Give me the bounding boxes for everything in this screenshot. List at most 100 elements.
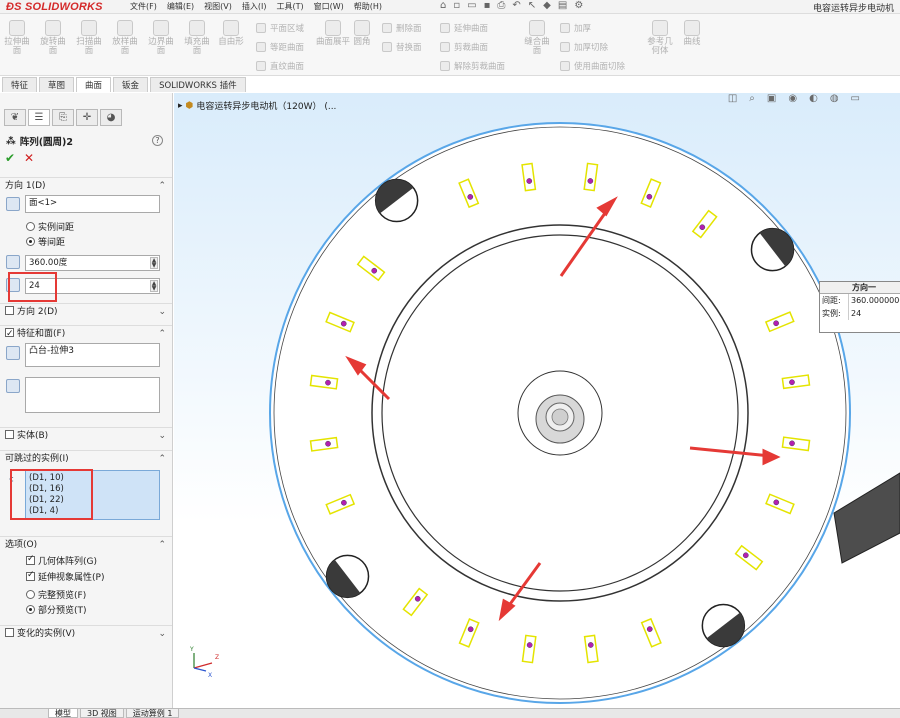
extend-surface-button[interactable]: 延伸曲面 bbox=[440, 22, 488, 34]
bodies-checkbox[interactable] bbox=[5, 430, 14, 439]
cut-with-surface-button[interactable]: 使用曲面切除 bbox=[560, 60, 625, 72]
triad-x-label: X bbox=[208, 672, 212, 679]
cancel-button[interactable]: ✕ bbox=[24, 151, 34, 165]
delete-face-button[interactable]: 删除面 bbox=[382, 22, 422, 34]
fillet-button[interactable]: 圆角 bbox=[350, 20, 374, 47]
features-list[interactable]: 凸台-拉伸3 bbox=[25, 343, 160, 367]
replace-face-button[interactable]: 替换面 bbox=[382, 41, 422, 53]
list-item[interactable]: 凸台-拉伸3 bbox=[29, 346, 74, 356]
help-icon[interactable]: ? bbox=[152, 135, 163, 146]
revolved-surface-icon bbox=[45, 20, 61, 36]
features-faces-group-header[interactable]: 特征和面(F)⌃ bbox=[0, 325, 172, 342]
lofted-surface-button[interactable]: 放样曲面 bbox=[112, 20, 138, 56]
offset-surface-icon bbox=[256, 42, 266, 52]
full-preview-radio[interactable]: 完整预览(F) bbox=[26, 588, 86, 601]
undo-icon[interactable]: ↶ bbox=[512, 0, 520, 11]
curves-button[interactable]: 曲线 bbox=[680, 20, 704, 47]
radio-indicator bbox=[26, 222, 35, 231]
tab-3d-views[interactable]: 3D 视图 bbox=[80, 709, 124, 718]
freeform-icon bbox=[223, 20, 239, 36]
thickened-cut-button[interactable]: 加厚切除 bbox=[560, 41, 608, 53]
property-manager-tab-icon[interactable]: ☰ bbox=[28, 109, 50, 126]
geometry-pattern-checkbox[interactable]: 几何体阵列(G) bbox=[26, 554, 97, 567]
direction-callout: 方向一 间距: 360.00000000度 实例: 24 bbox=[819, 281, 900, 333]
menu-file[interactable]: 文件(F) bbox=[130, 1, 157, 12]
tab-sketch[interactable]: 草图 bbox=[39, 77, 75, 92]
freeform-button[interactable]: 自由形 bbox=[218, 20, 244, 47]
select-icon[interactable]: ↖ bbox=[528, 0, 536, 11]
swept-surface-icon bbox=[81, 20, 97, 36]
extruded-surface-button[interactable]: 拉伸曲面 bbox=[4, 20, 30, 56]
feature-tree-tab-icon[interactable]: ❦ bbox=[4, 109, 26, 126]
checkbox-indicator bbox=[26, 570, 35, 581]
surface-flatten-button[interactable]: 曲面展平 bbox=[316, 20, 350, 47]
tab-addins[interactable]: SOLIDWORKS 插件 bbox=[150, 77, 246, 92]
print-icon[interactable]: ⎙ bbox=[497, 0, 505, 11]
thicken-button[interactable]: 加厚 bbox=[560, 22, 591, 34]
tab-motion-study[interactable]: 运动算例 1 bbox=[125, 709, 180, 718]
equal-spacing-radio[interactable]: 等间距 bbox=[26, 235, 65, 248]
options-group-header[interactable]: 选项(O) ⌃ bbox=[0, 536, 172, 552]
tab-surfaces[interactable]: 曲面 bbox=[76, 77, 112, 92]
direction2-checkbox[interactable] bbox=[5, 306, 14, 315]
propagate-visual-checkbox[interactable]: 延伸视象属性(P) bbox=[26, 570, 104, 583]
ok-button[interactable]: ✔ bbox=[5, 151, 15, 165]
document-title: 电容运转异步电动机 bbox=[812, 4, 894, 14]
bodies-group-header[interactable]: 实体(B) ⌄ bbox=[0, 427, 172, 443]
options-gear-icon[interactable]: ⚙ bbox=[574, 0, 583, 11]
skip-instances-group-header[interactable]: 可跳过的实例(I) ⌃ bbox=[0, 450, 172, 466]
menu-insert[interactable]: 插入(I) bbox=[242, 1, 267, 12]
direction1-group-header[interactable]: 方向 1(D) ⌃ bbox=[0, 177, 172, 193]
tab-sheet-metal[interactable]: 钣金 bbox=[113, 77, 149, 92]
planar-surface-button[interactable]: 平面区域 bbox=[256, 22, 304, 34]
graphics-area[interactable]: ▸ ⬢ 电容运转异步电动机（120W） (... ◫ ⌕ ▣ ◉ ◐ ◍ ▭ Y… bbox=[174, 93, 900, 708]
replace-face-icon bbox=[382, 42, 392, 52]
file-props-icon[interactable]: ▤ bbox=[558, 0, 567, 11]
pattern-axis-field[interactable]: 面<1> bbox=[25, 195, 160, 213]
variable-instances-checkbox[interactable] bbox=[5, 628, 14, 637]
new-doc-icon[interactable]: ▫ bbox=[453, 0, 460, 11]
tab-features[interactable]: 特征 bbox=[2, 77, 38, 92]
menu-edit[interactable]: 编辑(E) bbox=[167, 1, 194, 12]
partial-preview-radio[interactable]: 部分预览(T) bbox=[26, 603, 87, 616]
menu-view[interactable]: 视图(V) bbox=[204, 1, 232, 12]
filled-surface-button[interactable]: 填充曲面 bbox=[184, 20, 210, 56]
configuration-manager-tab-icon[interactable]: ⎘ bbox=[52, 109, 74, 126]
menu-tools[interactable]: 工具(T) bbox=[276, 1, 303, 12]
callout-title: 方向一 bbox=[820, 282, 900, 294]
features-faces-checkbox[interactable] bbox=[5, 326, 14, 342]
tab-model[interactable]: 模型 bbox=[48, 709, 78, 718]
swept-surface-button[interactable]: 扫描曲面 bbox=[76, 20, 102, 56]
faces-list[interactable] bbox=[25, 377, 160, 413]
angle-stepper[interactable]: ▲ ▼ bbox=[150, 257, 158, 269]
trim-surface-button[interactable]: 剪裁曲面 bbox=[440, 41, 488, 53]
solidworks-logo[interactable]: ĐS SOLIDWORKS bbox=[6, 1, 103, 13]
rebuild-icon[interactable]: ◆ bbox=[543, 0, 551, 11]
display-manager-tab-icon[interactable]: ◕ bbox=[100, 109, 122, 126]
dimxpert-tab-icon[interactable]: ✛ bbox=[76, 109, 98, 126]
callout-spacing-value[interactable]: 360.00000000度 bbox=[848, 294, 900, 307]
expand-chevron-icon: ⌄ bbox=[158, 629, 166, 639]
untrim-surface-button[interactable]: 解除剪裁曲面 bbox=[440, 60, 505, 72]
collapse-chevron-icon: ⌃ bbox=[158, 329, 166, 339]
angle-field[interactable]: 360.00度 ▲ ▼ bbox=[25, 255, 160, 271]
home-icon[interactable]: ⌂ bbox=[440, 0, 446, 11]
side-bracket bbox=[833, 472, 900, 564]
offset-surface-button[interactable]: 等距曲面 bbox=[256, 41, 304, 53]
ruled-surface-button[interactable]: 直纹曲面 bbox=[256, 60, 304, 72]
boundary-surface-button[interactable]: 边界曲面 bbox=[148, 20, 174, 56]
instance-spacing-radio[interactable]: 实例间距 bbox=[26, 220, 74, 233]
menu-window[interactable]: 窗口(W) bbox=[314, 1, 344, 12]
radio-indicator bbox=[26, 590, 35, 599]
direction2-group-header[interactable]: 方向 2(D) ⌄ bbox=[0, 303, 172, 319]
title-bar: ĐS SOLIDWORKS 文件(F) 编辑(E) 视图(V) 插入(I) 工具… bbox=[0, 0, 900, 14]
reference-geometry-button[interactable]: 参考几何体 bbox=[645, 20, 675, 56]
menu-help[interactable]: 帮助(H) bbox=[354, 1, 382, 12]
count-stepper[interactable]: ▲ ▼ bbox=[150, 280, 158, 292]
callout-count-value[interactable]: 24 bbox=[848, 307, 900, 320]
open-icon[interactable]: ▭ bbox=[467, 0, 476, 11]
variable-instances-group-header[interactable]: 变化的实例(V) ⌄ bbox=[0, 625, 172, 641]
save-icon[interactable]: ▪ bbox=[484, 0, 491, 11]
knit-surface-button[interactable]: 缝合曲面 bbox=[522, 20, 552, 56]
revolved-surface-button[interactable]: 旋转曲面 bbox=[40, 20, 66, 56]
